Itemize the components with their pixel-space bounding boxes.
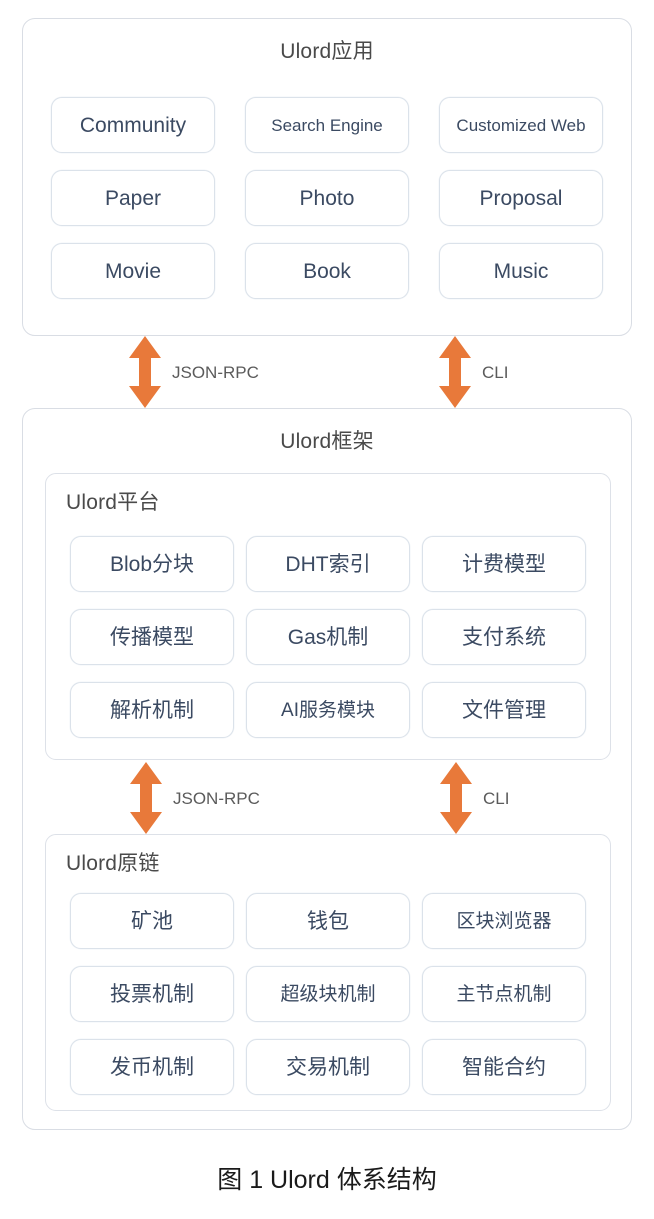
chain-row-2: 投票机制 超级块机制 主节点机制 [70, 966, 586, 1022]
app-cell-paper[interactable]: Paper [51, 170, 215, 226]
double-arrow-vertical-icon [439, 762, 473, 834]
platform-cell-payment-system[interactable]: 支付系统 [422, 609, 586, 665]
platform-grid: Blob分块 DHT索引 计费模型 传播模型 Gas机制 支付系统 解析机制 A… [46, 536, 610, 738]
double-arrow-vertical-icon [128, 336, 162, 408]
chain-cell-wallet[interactable]: 钱包 [246, 893, 410, 949]
platform-row-3: 解析机制 AI服务模块 文件管理 [70, 682, 586, 738]
chain-cell-coin-issuance-mechanism[interactable]: 发币机制 [70, 1039, 234, 1095]
connector-label-json-rpc: JSON-RPC [172, 362, 259, 382]
app-cell-search-engine[interactable]: Search Engine [245, 97, 409, 153]
panel-framework-title: Ulord框架 [280, 430, 374, 453]
platform-cell-billing-model[interactable]: 计费模型 [422, 536, 586, 592]
chain-cell-voting-mechanism[interactable]: 投票机制 [70, 966, 234, 1022]
double-arrow-vertical-icon [438, 336, 472, 408]
platform-cell-gas-mechanism[interactable]: Gas机制 [246, 609, 410, 665]
chain-cell-mining-pool[interactable]: 矿池 [70, 893, 234, 949]
chain-cell-smart-contract[interactable]: 智能合约 [422, 1039, 586, 1095]
connector-label-json-rpc: JSON-RPC [173, 788, 260, 808]
panel-framework: Ulord框架 Ulord平台 Blob分块 DHT索引 计费模型 传播模型 G… [22, 408, 632, 1130]
application-row-2: Paper Photo Proposal [51, 170, 603, 226]
connector-label-cli: CLI [482, 362, 509, 382]
connector-cli-top: CLI [438, 336, 508, 408]
app-cell-photo[interactable]: Photo [245, 170, 409, 226]
platform-cell-ai-service-module[interactable]: AI服务模块 [246, 682, 410, 738]
chain-cell-masternode-mechanism[interactable]: 主节点机制 [422, 966, 586, 1022]
chain-cell-superblock-mechanism[interactable]: 超级块机制 [246, 966, 410, 1022]
subpanel-platform-title: Ulord平台 [66, 491, 160, 514]
app-cell-music[interactable]: Music [439, 243, 603, 299]
subpanel-chain-title: Ulord原链 [66, 852, 160, 875]
figure-caption: 图 1 Ulord 体系结构 [217, 1166, 437, 1194]
double-arrow-vertical-icon [129, 762, 163, 834]
chain-row-1: 矿池 钱包 区块浏览器 [70, 893, 586, 949]
platform-cell-parsing-mechanism[interactable]: 解析机制 [70, 682, 234, 738]
app-cell-customized-web[interactable]: Customized Web [439, 97, 603, 153]
connector-json-rpc-bottom: JSON-RPC [129, 762, 260, 834]
connector-label-cli: CLI [483, 788, 510, 808]
application-grid: Community Search Engine Customized Web P… [23, 97, 631, 299]
app-cell-book[interactable]: Book [245, 243, 409, 299]
platform-cell-propagation-model[interactable]: 传播模型 [70, 609, 234, 665]
application-row-3: Movie Book Music [51, 243, 603, 299]
chain-cell-block-explorer[interactable]: 区块浏览器 [422, 893, 586, 949]
panel-application: Ulord应用 Community Search Engine Customiz… [22, 18, 632, 336]
chain-row-3: 发币机制 交易机制 智能合约 [70, 1039, 586, 1095]
application-row-1: Community Search Engine Customized Web [51, 97, 603, 153]
app-cell-movie[interactable]: Movie [51, 243, 215, 299]
chain-grid: 矿池 钱包 区块浏览器 投票机制 超级块机制 主节点机制 发币机制 交易机制 智… [46, 893, 610, 1095]
connector-cli-bottom: CLI [439, 762, 509, 834]
platform-row-2: 传播模型 Gas机制 支付系统 [70, 609, 586, 665]
connector-band-app-to-framework: JSON-RPC CLI [0, 336, 654, 408]
platform-cell-blob-chunking[interactable]: Blob分块 [70, 536, 234, 592]
app-cell-community[interactable]: Community [51, 97, 215, 153]
connector-band-platform-to-chain: JSON-RPC CLI [23, 762, 631, 834]
platform-cell-file-management[interactable]: 文件管理 [422, 682, 586, 738]
subpanel-chain: Ulord原链 矿池 钱包 区块浏览器 投票机制 超级块机制 主节点机制 发币机… [45, 834, 611, 1111]
platform-cell-dht-index[interactable]: DHT索引 [246, 536, 410, 592]
subpanel-platform: Ulord平台 Blob分块 DHT索引 计费模型 传播模型 Gas机制 支付系… [45, 473, 611, 760]
platform-row-1: Blob分块 DHT索引 计费模型 [70, 536, 586, 592]
chain-cell-transaction-mechanism[interactable]: 交易机制 [246, 1039, 410, 1095]
app-cell-proposal[interactable]: Proposal [439, 170, 603, 226]
ulord-architecture-diagram: Ulord应用 Community Search Engine Customiz… [0, 0, 654, 1219]
connector-json-rpc-top: JSON-RPC [128, 336, 259, 408]
panel-application-title: Ulord应用 [280, 40, 374, 63]
